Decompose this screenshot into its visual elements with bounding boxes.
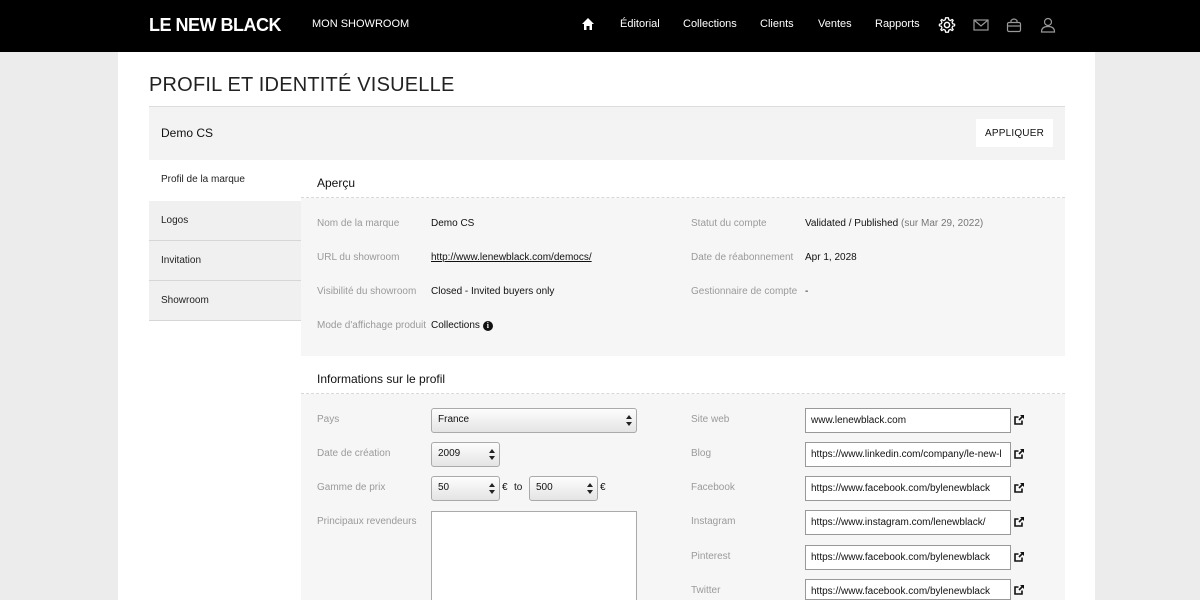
gear-icon[interactable] (938, 16, 956, 34)
select-arrows-icon (489, 449, 495, 460)
main-resellers-textarea[interactable] (431, 511, 637, 600)
instagram-input[interactable]: https://www.instagram.com/lenewblack/ (805, 510, 1011, 535)
select-arrows-icon (489, 483, 495, 494)
nav-ventes[interactable]: Ventes (818, 18, 852, 30)
brand-name-value: Demo CS (431, 218, 475, 229)
pinterest-label: Pinterest (691, 551, 731, 562)
account-status-value: Validated / Published (sur Mar 29, 2022) (805, 218, 983, 229)
currency-symbol: € (600, 482, 606, 493)
showroom-visibility-label: Visibilité du showroom (317, 286, 417, 297)
external-link-icon[interactable] (1014, 516, 1025, 527)
showroom-visibility-value: Closed - Invited buyers only (431, 286, 555, 297)
external-link-icon[interactable] (1014, 584, 1025, 595)
blog-label: Blog (691, 448, 712, 459)
overview-title: Aperçu (317, 176, 356, 190)
price-min-value: 50 (438, 482, 450, 493)
brand-name-label: Nom de la marque (317, 218, 400, 229)
main-resellers-label: Principaux revendeurs (317, 516, 417, 527)
twitter-label: Twitter (691, 585, 721, 596)
country-select-value: France (438, 414, 470, 425)
apply-button[interactable]: APPLIQUER (976, 119, 1053, 147)
menu-item-logos[interactable]: Logos (149, 201, 301, 241)
facebook-label: Facebook (691, 482, 735, 493)
instagram-label: Instagram (691, 516, 736, 527)
my-showroom-link[interactable]: MON SHOWROOM (312, 18, 409, 30)
menu-item-showroom[interactable]: Showroom (149, 281, 301, 321)
price-range-label: Gamme de prix (317, 482, 386, 493)
price-max-value: 500 (536, 482, 553, 493)
display-mode-value: Collections i (431, 320, 493, 331)
profile-info-title: Informations sur le profil (317, 372, 446, 386)
currency-symbol: € (502, 482, 508, 493)
account-manager-value: - (805, 286, 809, 297)
creation-date-label: Date de création (317, 448, 391, 459)
select-arrows-icon (587, 483, 593, 494)
brand-logo[interactable]: LE NEW BLACK (149, 15, 282, 36)
creation-year-select[interactable]: 2009 (431, 442, 500, 467)
account-manager-label: Gestionnaire de compte (691, 286, 798, 297)
info-icon[interactable]: i (482, 321, 493, 331)
blog-input[interactable]: https://www.linkedin.com/company/le-new-… (805, 442, 1011, 467)
website-label: Site web (691, 414, 730, 425)
price-max-select[interactable]: 500 (529, 476, 598, 501)
website-input[interactable]: www.lenewblack.com (805, 408, 1011, 433)
mail-icon[interactable] (972, 16, 990, 34)
renewal-date-label: Date de réabonnement (691, 252, 794, 263)
account-status-date: (sur Mar 29, 2022) (901, 218, 984, 229)
display-mode-text: Collections (431, 320, 480, 331)
display-mode-label: Mode d'affichage produit (317, 320, 427, 331)
twitter-input[interactable]: https://www.facebook.com/bylenewblack (805, 579, 1011, 600)
showroom-url-link[interactable]: http://www.lenewblack.com/democs/ (431, 252, 592, 263)
home-icon[interactable] (581, 17, 595, 31)
range-to-label: to (514, 482, 523, 493)
creation-year-value: 2009 (438, 448, 461, 459)
nav-collections[interactable]: Collections (683, 18, 737, 30)
external-link-icon[interactable] (1014, 482, 1025, 493)
menu-item-brand-profile[interactable]: Profil de la marque (149, 160, 301, 200)
external-link-icon[interactable] (1014, 414, 1025, 425)
select-arrows-icon (626, 415, 632, 426)
account-status-label: Statut du compte (691, 218, 767, 229)
bag-icon[interactable] (1005, 16, 1023, 34)
top-navigation-bar: LE NEW BLACK MON SHOWROOM Éditorial Coll… (0, 0, 1200, 52)
pinterest-input[interactable]: https://www.facebook.com/bylenewblack (805, 545, 1011, 570)
price-min-select[interactable]: 50 (431, 476, 500, 501)
renewal-date-value: Apr 1, 2028 (805, 252, 857, 263)
nav-editorial[interactable]: Éditorial (620, 18, 660, 30)
facebook-input[interactable]: https://www.facebook.com/bylenewblack (805, 476, 1011, 501)
brand-name: Demo CS (161, 126, 214, 140)
country-select[interactable]: France (431, 408, 637, 433)
brand-header-bar (149, 107, 1065, 160)
nav-rapports[interactable]: Rapports (875, 18, 920, 30)
account-status-text: Validated / Published (805, 218, 899, 229)
external-link-icon[interactable] (1014, 551, 1025, 562)
nav-clients[interactable]: Clients (760, 18, 794, 30)
external-link-icon[interactable] (1014, 448, 1025, 459)
user-icon[interactable] (1039, 16, 1057, 34)
page-title: PROFIL ET IDENTITÉ VISUELLE (149, 74, 455, 96)
showroom-url-label: URL du showroom (317, 252, 400, 263)
menu-item-invitation[interactable]: Invitation (149, 241, 301, 281)
country-label: Pays (317, 414, 340, 425)
overview-header (301, 160, 1065, 198)
